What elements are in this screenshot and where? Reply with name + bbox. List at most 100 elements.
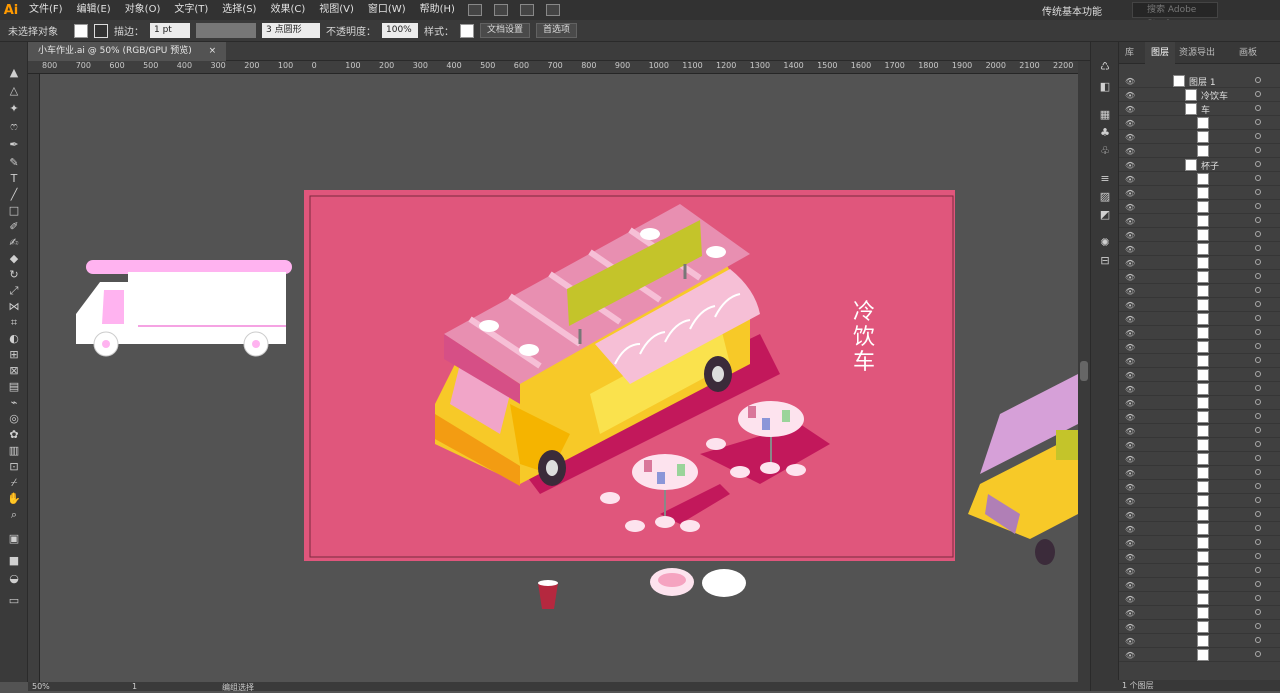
zoom-level[interactable]: 50% [32,682,50,691]
target-icon[interactable] [1255,497,1261,503]
target-icon[interactable] [1255,231,1261,237]
screen-mode-icon[interactable]: ▭ [6,594,22,608]
layer-row[interactable]: 👁 [1119,172,1280,186]
eye-icon[interactable]: 👁 [1125,623,1135,632]
fill-swatch[interactable] [74,23,88,38]
page-number[interactable]: 1 [132,682,137,691]
eye-icon[interactable]: 👁 [1125,357,1135,366]
eye-icon[interactable]: 👁 [1125,581,1135,590]
eye-icon[interactable]: 👁 [1125,553,1135,562]
type-tool-icon[interactable]: T [6,172,22,186]
eye-icon[interactable]: 👁 [1125,189,1135,198]
eye-icon[interactable]: 👁 [1125,441,1135,450]
canvas-area[interactable]: 冷 饮 车 [40,74,1078,682]
layer-row[interactable]: 👁 [1119,620,1280,634]
eye-icon[interactable]: 👁 [1125,161,1135,170]
layer-row[interactable]: 👁 [1119,200,1280,214]
layer-row[interactable]: 👁 [1119,466,1280,480]
preferences-button[interactable]: 首选项 [536,23,578,38]
layer-row[interactable]: 👁 [1119,144,1280,158]
target-icon[interactable] [1255,259,1261,265]
menu-edit[interactable]: 编辑(E) [70,0,118,20]
eye-icon[interactable]: 👁 [1125,329,1135,338]
layer-row[interactable]: 👁 [1119,536,1280,550]
target-icon[interactable] [1255,553,1261,559]
layer-row[interactable]: 👁 [1119,564,1280,578]
eye-icon[interactable]: 👁 [1125,371,1135,380]
layer-row[interactable]: 👁 [1119,438,1280,452]
lasso-icon[interactable]: ෆ [6,120,22,134]
perspective-grid-icon[interactable]: ⊞ [6,348,22,362]
menu-select[interactable]: 选择(S) [215,0,263,20]
target-icon[interactable] [1255,623,1261,629]
close-icon[interactable]: × [209,46,217,56]
eye-icon[interactable]: 👁 [1125,133,1135,142]
target-icon[interactable] [1255,427,1261,433]
arrange-icon[interactable] [519,4,534,16]
layer-row[interactable]: 👁 [1119,410,1280,424]
layer-row[interactable]: 👁 [1119,522,1280,536]
layer-row[interactable]: 👁 [1119,550,1280,564]
artboards-icon[interactable]: ⊟ [1097,254,1113,268]
target-icon[interactable] [1255,329,1261,335]
target-icon[interactable] [1255,203,1261,209]
eyedropper-icon[interactable]: ⌁ [6,396,22,410]
eye-icon[interactable]: 👁 [1125,175,1135,184]
target-icon[interactable] [1255,651,1261,657]
eye-icon[interactable]: 👁 [1125,483,1135,492]
tab-artboards[interactable]: 画板 [1233,42,1263,64]
width-tool-icon[interactable]: ⋈ [6,300,22,314]
layer-row[interactable]: 👁 [1119,452,1280,466]
scale-tool-icon[interactable]: ⤢ [6,284,22,298]
symbol-sprayer-icon[interactable]: ✿ [6,428,22,442]
layer-row[interactable]: 👁 [1119,242,1280,256]
menu-view[interactable]: 视图(V) [312,0,361,20]
target-icon[interactable] [1255,273,1261,279]
direct-selection-tool-icon[interactable]: △ [6,84,22,98]
eye-icon[interactable]: 👁 [1125,567,1135,576]
menu-help[interactable]: 帮助(H) [413,0,462,20]
eye-icon[interactable]: 👁 [1125,609,1135,618]
shape-builder-icon[interactable]: ◐ [6,332,22,346]
eye-icon[interactable]: 👁 [1125,119,1135,128]
target-icon[interactable] [1255,371,1261,377]
layer-row[interactable]: 👁 [1119,228,1280,242]
fill-stroke-icon[interactable]: ▣ [6,532,22,546]
target-icon[interactable] [1255,301,1261,307]
eye-icon[interactable]: 👁 [1125,203,1135,212]
layer-row[interactable]: 👁 [1119,284,1280,298]
target-icon[interactable] [1255,161,1261,167]
target-icon[interactable] [1255,483,1261,489]
menu-window[interactable]: 窗口(W) [361,0,413,20]
layer-row[interactable]: 👁 图层 1 [1119,74,1280,88]
graph-tool-icon[interactable]: ▥ [6,444,22,458]
eye-icon[interactable]: 👁 [1125,399,1135,408]
eye-icon[interactable]: 👁 [1125,105,1135,114]
cc-libraries-icon[interactable]: ♺ [1097,60,1113,74]
eye-icon[interactable]: 👁 [1125,525,1135,534]
layer-row[interactable]: 👁 [1119,130,1280,144]
menu-effect[interactable]: 效果(C) [263,0,312,20]
draw-mode-icon[interactable]: ◒ [6,572,22,586]
workspace-switcher[interactable]: 传统基本功能 [1042,3,1102,18]
target-icon[interactable] [1255,637,1261,643]
target-icon[interactable] [1255,217,1261,223]
white-truck-sketch[interactable] [76,260,292,357]
layer-row[interactable]: 👁 [1119,354,1280,368]
slice-tool-icon[interactable]: ⌿ [6,476,22,490]
layer-row[interactable]: 👁 [1119,606,1280,620]
properties-icon[interactable]: ◧ [1097,80,1113,94]
eye-icon[interactable]: 👁 [1125,77,1135,86]
layer-row[interactable]: 👁 冷饮车 [1119,88,1280,102]
line-tool-icon[interactable]: ╱ [6,188,22,202]
tab-layers[interactable]: 图层 [1145,42,1176,64]
tab-asset-export[interactable]: 资源导出 [1173,42,1221,64]
menu-type[interactable]: 文字(T) [167,0,215,20]
selection-tool-icon[interactable]: ▲ [6,66,22,80]
magic-wand-icon[interactable]: ✦ [6,102,22,116]
layer-row[interactable]: 👁 [1119,186,1280,200]
target-icon[interactable] [1255,595,1261,601]
eye-icon[interactable]: 👁 [1125,469,1135,478]
pathfinder-icon[interactable]: ◩ [1097,208,1113,222]
tab-libraries[interactable]: 库 [1119,42,1140,64]
